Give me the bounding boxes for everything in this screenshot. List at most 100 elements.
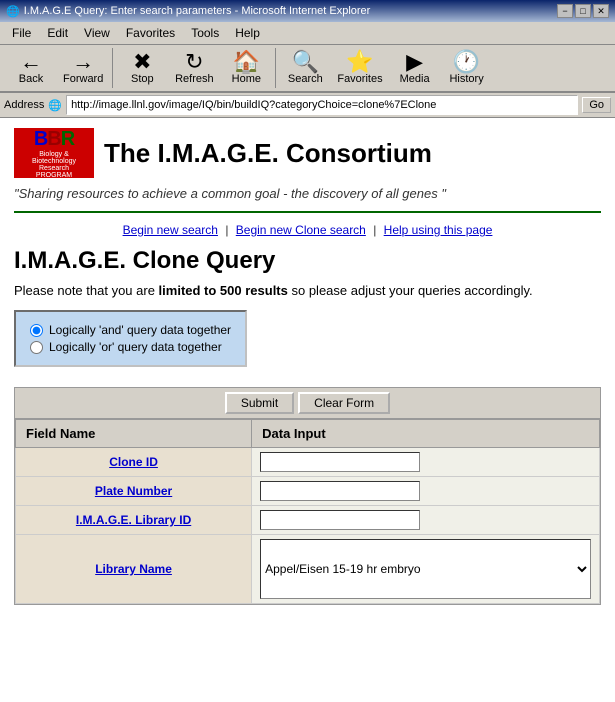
back-label: Back [19, 73, 43, 85]
favorites-label: Favorites [337, 73, 382, 85]
menu-favorites[interactable]: Favorites [118, 24, 183, 42]
address-label: Address [4, 99, 44, 111]
window-title: I.M.A.G.E Query: Enter search parameters… [24, 5, 371, 17]
clone-id-label: Clone ID [16, 448, 252, 477]
address-bar: Address 🌐 Go [0, 93, 615, 118]
radio-or-label: Logically 'or' query data together [49, 340, 222, 354]
stop-button[interactable]: ✖ Stop [117, 48, 167, 88]
menu-view[interactable]: View [76, 24, 118, 42]
menu-bar: File Edit View Favorites Tools Help [0, 22, 615, 45]
stop-label: Stop [131, 73, 154, 85]
media-button[interactable]: ▶ Media [390, 48, 440, 88]
header-area: BBR Biology & Biotechnology Research PRO… [14, 128, 601, 178]
clone-id-input[interactable] [260, 452, 420, 472]
library-id-link[interactable]: I.M.A.G.E. Library ID [76, 513, 191, 527]
library-id-input[interactable] [260, 510, 420, 530]
library-name-select[interactable]: Appel/Eisen 15-19 hr embryo [260, 539, 591, 599]
search-label: Search [288, 73, 323, 85]
home-icon: 🏠 [233, 51, 260, 73]
page-content: BBR Biology & Biotechnology Research PRO… [0, 118, 615, 615]
consortium-title: The I.M.A.G.E. Consortium [104, 138, 432, 169]
col-data-input: Data Input [252, 420, 600, 448]
media-label: Media [400, 73, 430, 85]
menu-help[interactable]: Help [227, 24, 268, 42]
nav-links: Begin new search | Begin new Clone searc… [14, 223, 601, 237]
bbr-logo: BBR Biology & Biotechnology Research PRO… [14, 128, 94, 178]
home-label: Home [232, 73, 261, 85]
refresh-icon: ↻ [185, 51, 203, 73]
forward-label: Forward [63, 73, 103, 85]
back-button[interactable]: ← Back [6, 48, 56, 88]
back-icon: ← [20, 51, 42, 73]
plate-number-input-cell [252, 477, 600, 506]
menu-file[interactable]: File [4, 24, 39, 42]
bbr-subtitle: Biology & Biotechnology Research PROGRAM [32, 151, 76, 179]
library-name-input-cell: Appel/Eisen 15-19 hr embryo [252, 535, 600, 604]
stop-icon: ✖ [133, 51, 151, 73]
title-bar-left: 🌐 I.M.A.G.E Query: Enter search paramete… [6, 5, 370, 18]
title-bar: 🌐 I.M.A.G.E Query: Enter search paramete… [0, 0, 615, 22]
favorites-icon: ⭐ [346, 51, 373, 73]
toolbar-sep-2 [275, 48, 276, 88]
radio-or[interactable] [30, 341, 43, 354]
search-icon: 🔍 [292, 51, 319, 73]
page-title: I.M.A.G.E. Clone Query [14, 247, 601, 275]
library-id-input-cell [252, 506, 600, 535]
close-button[interactable]: ✕ [593, 4, 609, 18]
toolbar-sep-1 [112, 48, 113, 88]
search-button[interactable]: 🔍 Search [280, 48, 330, 88]
radio-and-row: Logically 'and' query data together [30, 323, 231, 337]
media-icon: ▶ [406, 51, 423, 73]
table-header-row: Field Name Data Input [16, 420, 600, 448]
nav-sep-2: | [373, 223, 376, 237]
refresh-label: Refresh [175, 73, 214, 85]
query-type-group: Logically 'and' query data together Logi… [14, 310, 247, 367]
history-icon: 🕐 [453, 51, 480, 73]
plate-number-input[interactable] [260, 481, 420, 501]
col-field-name: Field Name [16, 420, 252, 448]
address-input[interactable] [66, 95, 578, 115]
tagline: "Sharing resources to achieve a common g… [14, 186, 601, 201]
forward-button[interactable]: → Forward [58, 48, 108, 88]
plate-number-label: Plate Number [16, 477, 252, 506]
history-button[interactable]: 🕐 History [442, 48, 492, 88]
title-bar-controls: − □ ✕ [557, 4, 609, 18]
toolbar: ← Back → Forward ✖ Stop ↻ Refresh 🏠 Home… [0, 45, 615, 93]
clone-id-input-cell [252, 448, 600, 477]
library-name-link[interactable]: Library Name [95, 562, 172, 576]
radio-or-row: Logically 'or' query data together [30, 340, 231, 354]
history-label: History [449, 73, 483, 85]
refresh-button[interactable]: ↻ Refresh [169, 48, 219, 88]
window-icon: 🌐 [6, 5, 20, 18]
form-toolbar: Submit Clear Form [15, 388, 600, 419]
address-icon: 🌐 [48, 99, 62, 112]
table-row: I.M.A.G.E. Library ID [16, 506, 600, 535]
library-id-label: I.M.A.G.E. Library ID [16, 506, 252, 535]
nav-begin-clone[interactable]: Begin new Clone search [236, 223, 366, 237]
select-wrapper: Appel/Eisen 15-19 hr embryo [260, 539, 591, 599]
menu-tools[interactable]: Tools [183, 24, 227, 42]
limit-notice: Please note that you are limited to 500 … [14, 283, 601, 298]
data-table: Field Name Data Input Clone ID [15, 419, 600, 604]
radio-and[interactable] [30, 324, 43, 337]
nav-sep-1: | [225, 223, 228, 237]
go-button[interactable]: Go [582, 97, 611, 113]
table-row: Plate Number [16, 477, 600, 506]
plate-number-link[interactable]: Plate Number [95, 484, 172, 498]
divider [14, 211, 601, 213]
clear-form-button[interactable]: Clear Form [298, 392, 390, 414]
forward-icon: → [72, 51, 94, 73]
nav-help[interactable]: Help using this page [384, 223, 493, 237]
favorites-button[interactable]: ⭐ Favorites [332, 48, 387, 88]
menu-edit[interactable]: Edit [39, 24, 76, 42]
maximize-button[interactable]: □ [575, 4, 591, 18]
radio-and-label: Logically 'and' query data together [49, 323, 231, 337]
minimize-button[interactable]: − [557, 4, 573, 18]
home-button[interactable]: 🏠 Home [221, 48, 271, 88]
table-row: Library Name Appel/Eisen 15-19 hr embryo [16, 535, 600, 604]
library-name-label: Library Name [16, 535, 252, 604]
clone-id-link[interactable]: Clone ID [109, 455, 158, 469]
bbr-letters: BBR [34, 128, 74, 151]
nav-begin-search[interactable]: Begin new search [123, 223, 218, 237]
submit-button[interactable]: Submit [225, 392, 294, 414]
